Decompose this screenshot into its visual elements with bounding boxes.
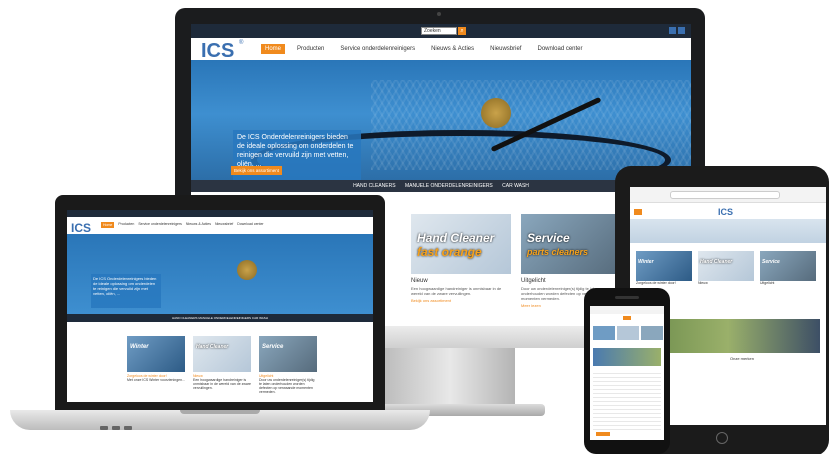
phone-image: [593, 348, 661, 366]
hero-brush-head: [481, 98, 511, 128]
card-text: Een hoogwaardige handreiniger is onmisba…: [193, 378, 251, 390]
card-image-subtitle: fast orange: [417, 245, 482, 259]
card-title: Uitgelicht: [521, 278, 546, 284]
card-text: Met onze ICS Winter voorzieningen...: [127, 378, 185, 382]
nav-item-nieuwsbrief[interactable]: Nieuwsbrief: [215, 222, 233, 228]
tablet-card[interactable]: Winter Zorgeloos de winter door!: [636, 251, 692, 285]
subnav-item[interactable]: CAR WASH: [502, 183, 529, 189]
laptop-ports: [100, 417, 160, 430]
subnav-item[interactable]: CAR WASH: [252, 316, 268, 320]
card-title: Zorgeloos de winter door!: [636, 281, 676, 285]
hero-cta-button[interactable]: Bekijk ons assortiment: [231, 166, 283, 175]
phone-cards: [593, 326, 663, 340]
registered-mark: ®: [239, 40, 244, 46]
search-button[interactable]: ⌕: [458, 27, 466, 35]
card-image: Service parts cleaners: [521, 214, 621, 274]
laptop-brush-image: [237, 260, 257, 280]
card-title: Nieuw: [698, 281, 708, 285]
card-title: Uitgelicht: [760, 281, 775, 285]
tablet-card[interactable]: Service Uitgelicht: [760, 251, 816, 285]
phone-card[interactable]: [593, 326, 615, 340]
card-image: Winter: [636, 251, 692, 281]
monitor-stand: [385, 348, 515, 408]
search-input[interactable]: Zoeken: [421, 27, 457, 35]
card-image: Service: [760, 251, 816, 281]
tablet-browser-bar: [630, 187, 826, 203]
laptop-card[interactable]: Winter Zorgeloos de winter door! Met onz…: [127, 336, 185, 394]
phone-button[interactable]: [596, 432, 610, 436]
social-icons: [669, 27, 685, 34]
subnav-item[interactable]: HAND CLEANERS: [353, 183, 396, 189]
phone-screen: [590, 306, 664, 440]
laptop-hero: De ICS Onderdelenreinigers bieden de ide…: [67, 234, 373, 314]
laptop-card[interactable]: Hand Cleaner Nieuw Een hoogwaardige hand…: [193, 336, 251, 394]
card-image-subtitle: parts cleaners: [527, 247, 589, 257]
tablet-cards: Winter Zorgeloos de winter door! Hand Cl…: [636, 251, 816, 285]
main-nav: Home Producten Service onderdelenreinige…: [261, 44, 587, 54]
laptop-cards: Winter Zorgeloos de winter door! Met onz…: [127, 336, 317, 394]
phone-browser-bar: [590, 306, 664, 314]
nav-item-download[interactable]: Download center: [237, 222, 263, 228]
nav-item-service[interactable]: Service onderdelenreinigers: [138, 222, 182, 228]
laptop-screen: ICS Home Producten Service onderdelenrei…: [67, 210, 373, 402]
nav-item-home[interactable]: Home: [261, 44, 286, 54]
phone-card[interactable]: [617, 326, 639, 340]
monitor-camera: [437, 12, 441, 16]
tablet-url-bar[interactable]: [670, 191, 780, 199]
device-mockup-scene: Zoeken ⌕ ICS ® Home Producten Service on…: [0, 0, 829, 454]
subnav-item[interactable]: HAND CLEANERS: [172, 316, 198, 320]
card-image: Hand Cleaner fast orange: [411, 214, 511, 274]
card-text: Een hoogwaardige handreiniger is onmisba…: [411, 286, 502, 296]
nav-item-nieuws[interactable]: Nieuws & Acties: [186, 222, 211, 228]
nav-item-download[interactable]: Download center: [533, 44, 586, 54]
hero-banner: De ICS Onderdelenreinigers bieden de ide…: [191, 60, 691, 180]
nav-item-home[interactable]: Home: [101, 222, 115, 228]
laptop-logo-text: ICS: [71, 221, 92, 235]
card-image: Hand Cleaner: [193, 336, 251, 372]
card-image: Service: [259, 336, 317, 372]
nav-item-producten[interactable]: Producten: [293, 44, 328, 54]
nav-item-producten[interactable]: Producten: [118, 222, 134, 228]
search-icon: ⌕: [460, 28, 464, 34]
phone-text-lines: [593, 370, 661, 430]
site-topbar: Zoeken ⌕: [191, 24, 691, 38]
phone-speaker: [615, 296, 639, 299]
social-icon[interactable]: [669, 27, 676, 34]
laptop-card[interactable]: Service Uitgelicht Door uw onderdelenrei…: [259, 336, 317, 394]
laptop-nav: Home Producten Service onderdelenreinige…: [101, 222, 264, 228]
laptop-trackpad-notch: [180, 410, 260, 414]
card-link[interactable]: Bekijk ons assortiment: [411, 298, 511, 303]
nav-item-service[interactable]: Service onderdelenreinigers: [336, 44, 419, 54]
tablet-section-title: Onze merken: [730, 356, 755, 361]
subnav-item[interactable]: MANUELE ONDERDELENREINIGERS: [405, 183, 493, 189]
tablet-card[interactable]: Hand Cleaner Nieuw: [698, 251, 754, 285]
card-image-title: Service: [527, 231, 570, 245]
subnav-item[interactable]: MANUELE ONDERDELENREINIGERS: [198, 316, 251, 320]
laptop-subnav: HAND CLEANERS MANUELE ONDERDELENREINIGER…: [67, 314, 373, 322]
card-text: Door uw onderdelenreiniger(s) tijdig te …: [259, 378, 315, 394]
laptop-hero-text: De ICS Onderdelenreinigers bieden de ide…: [91, 274, 161, 308]
phone-card[interactable]: [641, 326, 663, 340]
tablet-menu-icon[interactable]: [634, 209, 642, 215]
nav-item-nieuwsbrief[interactable]: Nieuwsbrief: [486, 44, 525, 54]
card-nieuw[interactable]: Hand Cleaner fast orange Nieuw Een hoogw…: [411, 214, 511, 308]
card-image: Hand Cleaner: [698, 251, 754, 281]
tablet-home-button[interactable]: [716, 432, 728, 444]
phone-logo[interactable]: [623, 316, 631, 320]
laptop-topbar: [67, 210, 373, 217]
card-image: Winter: [127, 336, 185, 372]
tablet-logo[interactable]: ICS: [718, 207, 733, 217]
card-image-title: Hand Cleaner: [417, 231, 495, 245]
social-icon[interactable]: [678, 27, 685, 34]
card-title: Nieuw: [411, 278, 428, 284]
nav-item-nieuws[interactable]: Nieuws & Acties: [427, 44, 478, 54]
tablet-hero: [630, 219, 826, 243]
